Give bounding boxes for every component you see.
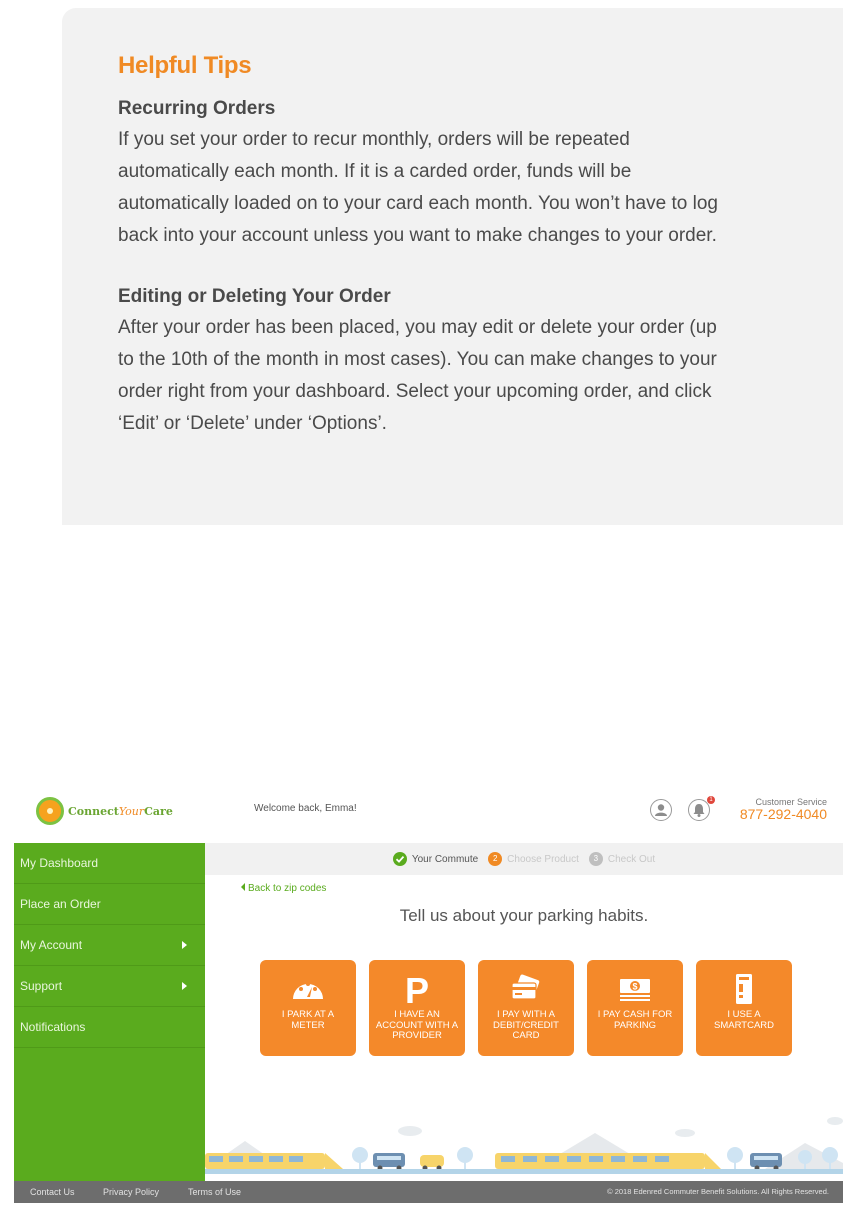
step-check-out: 3 Check Out	[588, 852, 656, 866]
smartcard-icon	[736, 974, 752, 1004]
step-number: 3	[588, 852, 603, 866]
tip-heading-recurring: Recurring Orders	[118, 98, 276, 119]
parking-p-icon: P	[405, 973, 429, 1005]
copyright-text: © 2018 Edenred Commuter Benefit Solution…	[607, 1187, 829, 1196]
option-pay-cash[interactable]: $ I PAY CASH FOR PARKING	[587, 960, 683, 1056]
back-to-zip-codes-link[interactable]: Back to zip codes	[241, 883, 326, 894]
caret-right-icon	[182, 941, 187, 949]
sidebar-item-label: Place an Order	[20, 897, 101, 911]
tip-heading-editing: Editing or Deleting Your Order	[118, 286, 391, 307]
sidebar-item-label: My Dashboard	[20, 856, 99, 870]
logo-text: ConnectYourCare	[68, 804, 173, 818]
option-debit-credit-card[interactable]: I PAY WITH A DEBIT/CREDIT CARD	[478, 960, 574, 1056]
footer-link-privacy-policy[interactable]: Privacy Policy	[103, 1181, 159, 1203]
step-number: 2	[488, 852, 503, 866]
customer-service-phone[interactable]: 877-292-4040	[740, 806, 827, 822]
welcome-message: Welcome back, Emma!	[254, 803, 357, 814]
top-bar: ConnectYourCare Welcome back, Emma! 1 Cu…	[14, 786, 843, 843]
footer-link-terms-of-use[interactable]: Terms of Use	[188, 1181, 241, 1203]
sidebar: My Dashboard Place an Order My Account S…	[14, 843, 205, 1181]
sidebar-item-my-account[interactable]: My Account	[14, 925, 205, 966]
tips-title: Helpful Tips	[118, 52, 252, 79]
sidebar-item-place-order[interactable]: Place an Order	[14, 884, 205, 925]
tip-body-editing: After your order has been placed, you ma…	[118, 317, 717, 434]
user-icon	[655, 804, 667, 816]
tip-body-recurring: If you set your order to recur monthly, …	[118, 129, 718, 246]
bell-icon	[693, 804, 705, 817]
page-headline: Tell us about your parking habits.	[399, 906, 649, 925]
logo[interactable]: ConnectYourCare	[36, 797, 173, 825]
option-label: I PARK AT A METER	[281, 1009, 335, 1031]
main-content: Your Commute 2 Choose Product 3 Check Ou…	[205, 843, 843, 1181]
option-label: I PAY WITH A DEBIT/CREDIT CARD	[493, 1009, 559, 1041]
option-account-with-provider[interactable]: P I HAVE AN ACCOUNT WITH A PROVIDER	[369, 960, 465, 1056]
step-label: Check Out	[607, 853, 656, 865]
parking-meter-icon	[293, 982, 323, 999]
step-label: Choose Product	[507, 853, 579, 865]
step-your-commute: Your Commute	[392, 852, 479, 866]
app-window: ConnectYourCare Welcome back, Emma! 1 Cu…	[14, 786, 843, 1203]
option-park-at-meter[interactable]: I PARK AT A METER	[260, 960, 356, 1056]
step-choose-product: 2 Choose Product	[488, 852, 579, 866]
footer: Contact Us Privacy Policy Terms of Use ©…	[14, 1181, 843, 1203]
caret-left-icon	[241, 883, 245, 891]
logo-orange-icon	[36, 797, 64, 825]
user-profile-button[interactable]	[650, 799, 672, 821]
option-label: I USE A SMARTCARD	[714, 1009, 774, 1031]
notification-badge: 1	[707, 796, 715, 804]
sidebar-item-notifications[interactable]: Notifications	[14, 1007, 205, 1048]
sidebar-item-label: Support	[20, 979, 63, 993]
sidebar-item-label: My Account	[20, 938, 83, 952]
progress-stepper: Your Commute 2 Choose Product 3 Check Ou…	[205, 843, 843, 875]
option-label: I PAY CASH FOR PARKING	[597, 1009, 673, 1031]
sidebar-item-dashboard[interactable]: My Dashboard	[14, 843, 205, 884]
option-label: I HAVE AN ACCOUNT WITH A PROVIDER	[375, 1009, 459, 1041]
caret-right-icon	[182, 982, 187, 990]
option-smartcard[interactable]: I USE A SMARTCARD	[696, 960, 792, 1056]
helpful-tips-panel: Helpful Tips Recurring Orders If you set…	[62, 8, 843, 525]
commute-scene-illustration	[205, 1117, 843, 1181]
footer-link-contact-us[interactable]: Contact Us	[30, 1181, 75, 1203]
svg-text:P: P	[405, 973, 429, 1005]
svg-text:$: $	[632, 982, 637, 992]
cash-icon: $	[620, 979, 650, 1001]
sidebar-item-support[interactable]: Support	[14, 966, 205, 1007]
step-label: Your Commute	[411, 853, 479, 865]
credit-card-icon	[511, 974, 540, 1000]
notifications-button[interactable]	[688, 799, 710, 821]
sidebar-item-label: Notifications	[20, 1020, 86, 1034]
check-icon	[392, 852, 407, 866]
